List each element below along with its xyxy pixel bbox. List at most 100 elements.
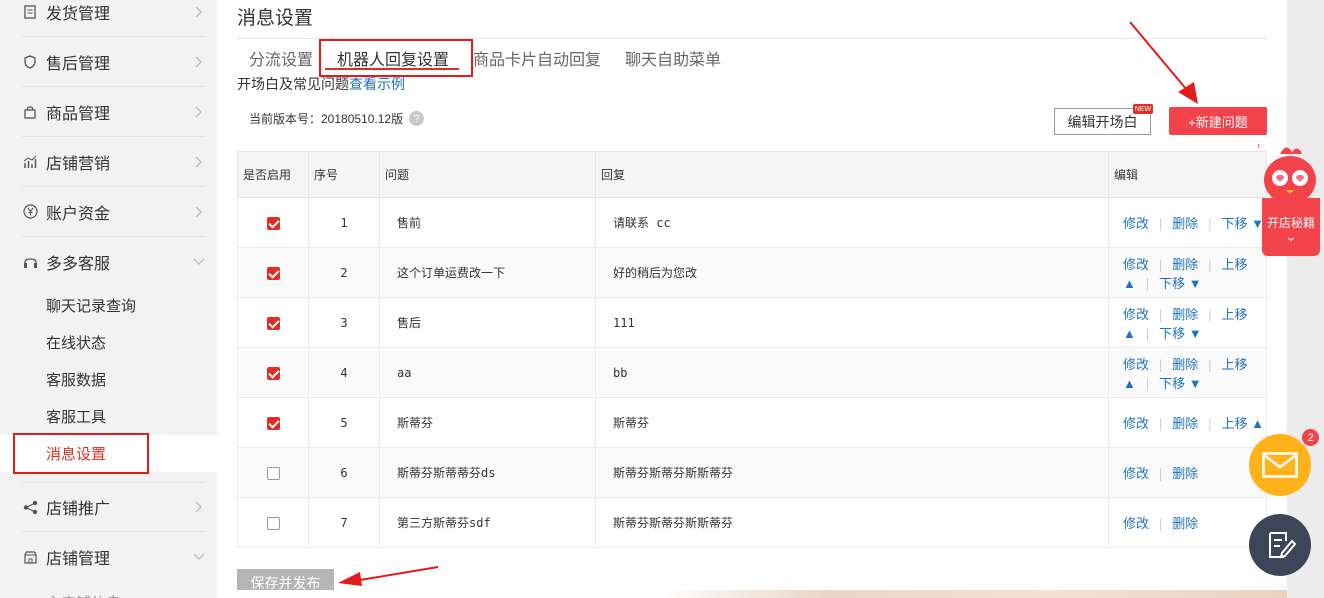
separator: | [1157,417,1165,431]
feedback-button[interactable] [1249,514,1311,576]
sub-item-cs-tools[interactable]: 客服工具 [0,398,217,435]
sidebar-item-shipping[interactable]: 发货管理 [0,0,217,37]
tab-chat-self-service-menu[interactable]: 聊天自助菜单 [625,46,721,70]
enable-checkbox[interactable] [266,366,280,380]
edit-icon [1269,532,1296,559]
tab-robot-reply-settings[interactable]: 机器人回复设置 [337,46,449,70]
mail-count-badge: 2 [1302,429,1319,446]
delete-link[interactable]: 删除 [1172,307,1198,322]
enable-checkbox[interactable] [266,466,280,480]
mail-icon [1262,452,1298,478]
enable-checkbox[interactable] [266,266,280,280]
ops-cell: 修改 | 删除 | 上移 ▲ [1108,397,1267,448]
sidebar-item-store-management[interactable]: 店铺管理 [0,532,217,582]
edit-link[interactable]: 修改 [1123,516,1149,531]
edit-link[interactable]: 修改 [1123,357,1149,372]
sub-item-cs-data[interactable]: 客服数据 [0,361,217,398]
delete-link[interactable]: 删除 [1172,466,1198,481]
chart-icon [22,154,38,170]
background-strip [217,590,1324,598]
table-header-row: 是否启用 序号 问题 回复 编辑 [237,151,1267,198]
chevron-right-icon [193,106,205,118]
sidebar-item-label: 发货管理 [46,5,111,23]
edit-link[interactable]: 修改 [1123,466,1149,481]
headset-icon [22,254,38,270]
sidebar-item-aftersale[interactable]: 售后管理 [0,37,217,87]
move-down-link[interactable]: 下移 ▼ [1159,326,1201,341]
index-cell: 1 [308,197,380,248]
sidebar-item-goods[interactable]: 商品管理 [0,87,217,137]
sidebar-item-marketing[interactable]: 店铺营销 [0,137,217,187]
delete-link[interactable]: 删除 [1172,516,1198,531]
sidebar-item-label: 多多客服 [46,256,111,273]
intro-label: 开场白及常见问题 [237,76,349,92]
table-row: 2 这个订单运费改一下 好的稍后为您改 修改 | 删除 | 上移 ▲ | 下移 ▼ [237,247,1267,298]
help-icon[interactable]: ? [409,111,425,126]
separator: | [1206,357,1214,372]
sidebar-item-label: 商品管理 [46,105,111,123]
sidebar-item-funds[interactable]: 账户资金 [0,187,217,237]
sub-item-message-settings[interactable]: 消息设置 [0,435,217,472]
sidebar-item-promotion[interactable]: 店铺推广 [0,482,217,532]
separator: | [1206,257,1214,272]
index-cell: 3 [308,297,380,348]
sub-item-chat-history[interactable]: 聊天记录查询 [0,287,217,324]
index-cell: 7 [308,497,380,548]
view-example-link[interactable]: 查看示例 [349,76,405,92]
edit-link[interactable]: 修改 [1123,307,1149,322]
question-cell: 第三方斯蒂芬sdf [379,497,596,548]
chevron-down-icon: ⌄ [1285,228,1297,244]
promo-card[interactable]: 开店秘籍 ⌄ [1262,198,1320,256]
sidebar-item-label: 售后管理 [46,55,111,73]
version-info: 当前版本号：20180510.12版 ? [249,110,425,127]
tab-diversion-settings[interactable]: 分流设置 [249,46,313,70]
sidebar-item-customer-service[interactable]: 多多客服 [0,237,217,287]
edit-link[interactable]: 修改 [1123,257,1149,272]
chevron-right-icon [193,156,205,168]
chevron-right-icon [193,501,205,513]
delete-link[interactable]: 删除 [1172,216,1198,231]
enable-cell [237,447,309,498]
index-cell: 2 [308,247,380,298]
sub-item-online-status[interactable]: 在线状态 [0,324,217,361]
edit-link[interactable]: 修改 [1123,416,1149,431]
new-question-button[interactable]: +新建问题 [1169,107,1267,135]
ops-cell: 修改 | 删除 | 下移 ▼ [1108,197,1267,248]
move-down-link[interactable]: 下移 ▼ [1159,376,1201,391]
separator: | [1143,326,1152,341]
tab-product-card-auto-reply[interactable]: 商品卡片自动回复 [473,46,601,70]
enable-cell [237,297,309,348]
mail-button[interactable] [1249,434,1311,496]
index-cell: 4 [308,347,380,398]
delete-link[interactable]: 删除 [1172,416,1198,431]
edit-link[interactable]: 修改 [1123,216,1149,231]
separator: | [1206,417,1214,431]
separator: | [1206,217,1214,231]
enable-checkbox[interactable] [266,416,280,430]
enable-checkbox[interactable] [266,516,280,530]
sidebar-item-label: 店铺管理 [46,551,111,568]
enable-cell [237,497,309,548]
question-cell: 这个订单运费改一下 [379,247,596,298]
move-up-link[interactable]: 上移 ▲ [1222,416,1264,431]
separator: | [1157,307,1165,322]
question-cell: aa [379,347,596,398]
move-down-link[interactable]: 下移 ▼ [1159,276,1201,291]
index-cell: 6 [308,447,380,498]
separator: | [1157,257,1165,272]
enable-checkbox[interactable] [266,216,280,230]
reply-cell: 斯蒂芬斯蒂芬斯斯蒂芬 [595,497,1109,548]
delete-link[interactable]: 删除 [1172,257,1198,272]
reply-cell: 请联系 cc [595,197,1109,248]
separator: | [1157,217,1165,231]
new-badge: NEW [1133,104,1153,114]
delete-link[interactable]: 删除 [1172,357,1198,372]
enable-checkbox[interactable] [266,316,280,330]
table-row: 5 斯蒂芬 斯蒂芬 修改 | 删除 | 上移 ▲ [237,397,1267,448]
ops-cell: 修改 | 删除 | 上移 ▲ | 下移 ▼ [1108,247,1267,298]
enable-cell [237,197,309,248]
intro-text: 开场白及常见问题查看示例 [237,74,405,94]
sub-item-store-info[interactable]: 主店铺信息 [0,584,217,598]
reply-cell: 111 [595,297,1109,348]
ops-cell: 修改 | 删除 [1108,497,1267,548]
